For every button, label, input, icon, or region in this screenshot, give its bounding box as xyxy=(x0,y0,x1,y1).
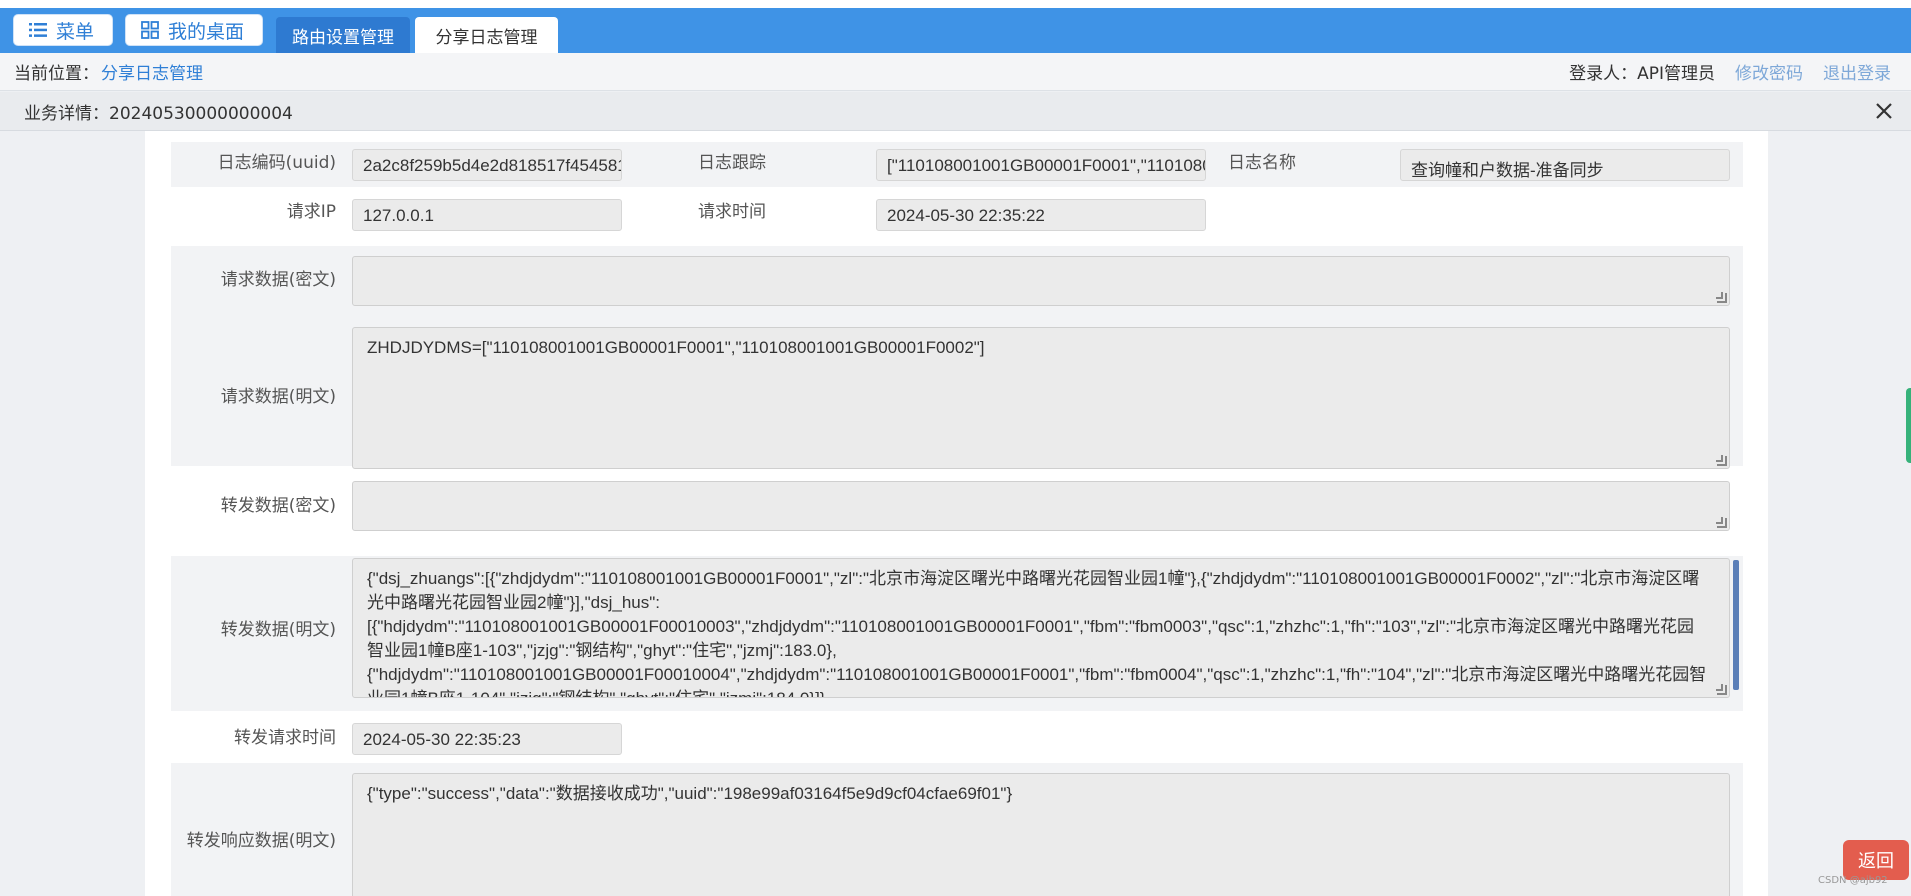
forward-time-field[interactable]: 2024-05-30 22:35:23 xyxy=(352,723,622,755)
resize-grip-icon[interactable] xyxy=(1716,292,1727,303)
breadcrumb-prefix: 当前位置： xyxy=(14,64,99,84)
request-time-field[interactable]: 2024-05-30 22:35:22 xyxy=(876,199,1206,231)
trace-field[interactable]: ["110108001001GB00001F0001","11010800100… xyxy=(876,149,1206,181)
form-row-forward-cipher: 转发数据(密文) xyxy=(171,481,1743,531)
detail-title: 业务详情：20240530000000004 xyxy=(24,103,293,124)
forward-plain-textarea[interactable]: {"dsj_zhuangs":[{"zhdjdydm":"11010800100… xyxy=(352,558,1730,698)
request-time-label: 请求时间 xyxy=(698,202,766,222)
resize-grip-icon[interactable] xyxy=(1716,684,1727,695)
forward-response-textarea[interactable]: {"type":"success","data":"数据接收成功","uuid"… xyxy=(352,773,1730,896)
user-area: 登录人：API管理员 修改密码 退出登录 xyxy=(1569,59,1891,84)
form-row-forward-time: 转发请求时间 2024-05-30 22:35:23 xyxy=(171,711,1743,761)
my-desktop-label: 我的桌面 xyxy=(168,20,245,43)
forward-plain-scrollbar[interactable] xyxy=(1733,560,1739,690)
top-navigation-bar: 菜单 我的桌面 路由设置管理 分享日志管理 xyxy=(0,8,1911,53)
request-plain-label: 请求数据(明文) xyxy=(220,387,336,407)
form-row-forward-response: 转发响应数据(明文) {"type":"success","data":"数据接… xyxy=(171,763,1743,896)
watermark-text: CSDN @ajb92 xyxy=(1818,875,1888,886)
log-name-field[interactable]: 查询幢和户数据-准备同步 xyxy=(1400,149,1730,181)
detail-header: 业务详情：20240530000000004 xyxy=(0,92,1911,131)
breadcrumb: 当前位置： 分享日志管理 xyxy=(14,59,203,84)
close-icon[interactable] xyxy=(1871,98,1897,124)
grid-icon xyxy=(140,20,160,40)
tab-share-log[interactable]: 分享日志管理 xyxy=(415,17,558,53)
resize-grip-icon[interactable] xyxy=(1716,455,1727,466)
form-row-forward-plain: 转发数据(明文) {"dsj_zhuangs":[{"zhdjdydm":"11… xyxy=(171,556,1743,711)
forward-response-label: 转发响应数据(明文) xyxy=(186,831,336,851)
tab-route-settings[interactable]: 路由设置管理 xyxy=(276,17,410,53)
list-icon xyxy=(28,20,48,40)
forward-cipher-label: 转发数据(密文) xyxy=(220,496,336,516)
request-ip-field[interactable]: 127.0.0.1 xyxy=(352,199,622,231)
request-plain-textarea[interactable]: ZHDJDYDMS=["110108001001GB00001F0001","1… xyxy=(352,327,1730,469)
top-strip xyxy=(0,0,1911,8)
forward-time-label: 转发请求时间 xyxy=(234,728,336,748)
side-feedback-tab[interactable] xyxy=(1906,388,1911,463)
form-row-ip: 请求IP 127.0.0.1 请求时间 2024-05-30 22:35:22 xyxy=(171,187,1743,237)
form-block-request-data: 请求数据(密文) 请求数据(明文) ZHDJDYDMS=["1101080010… xyxy=(171,246,1743,469)
trace-label: 日志跟踪 xyxy=(698,153,766,173)
menu-button[interactable]: 菜单 xyxy=(13,14,113,46)
form-row-uuid: 日志编码(uuid) 2a2c8f259b5d4e2d818517f454581… xyxy=(171,142,1743,187)
uuid-label: 日志编码(uuid) xyxy=(217,153,336,173)
my-desktop-button[interactable]: 我的桌面 xyxy=(125,14,263,46)
back-button[interactable]: 返回 xyxy=(1843,840,1909,880)
menu-button-label: 菜单 xyxy=(56,20,95,43)
request-cipher-label: 请求数据(密文) xyxy=(220,270,336,290)
resize-grip-icon[interactable] xyxy=(1716,517,1727,528)
forward-plain-label: 转发数据(明文) xyxy=(220,620,336,640)
request-ip-label: 请求IP xyxy=(286,202,336,222)
request-cipher-textarea[interactable] xyxy=(352,256,1730,306)
detail-form-panel: 日志编码(uuid) 2a2c8f259b5d4e2d818517f454581… xyxy=(145,131,1768,896)
forward-cipher-textarea[interactable] xyxy=(352,481,1730,531)
log-name-label: 日志名称 xyxy=(1228,153,1296,173)
breadcrumb-current[interactable]: 分享日志管理 xyxy=(101,59,203,84)
location-bar: 当前位置： 分享日志管理 登录人：API管理员 修改密码 退出登录 xyxy=(0,53,1911,91)
login-user-text: 登录人：API管理员 xyxy=(1569,64,1715,84)
logout-link[interactable]: 退出登录 xyxy=(1823,59,1891,84)
change-password-link[interactable]: 修改密码 xyxy=(1735,59,1803,84)
uuid-field[interactable]: 2a2c8f259b5d4e2d818517f454581216 xyxy=(352,149,622,181)
